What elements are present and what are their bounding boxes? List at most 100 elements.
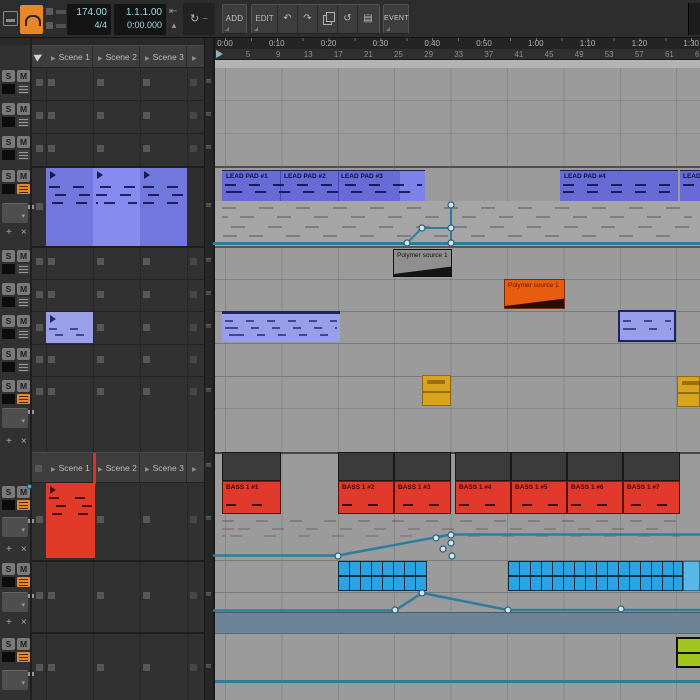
transport-mini-icon-1[interactable]: [46, 7, 66, 17]
mute-button[interactable]: M: [17, 380, 30, 392]
mute-button[interactable]: M: [17, 170, 30, 182]
clip-slot[interactable]: [190, 592, 197, 599]
clip-slot[interactable]: [48, 112, 55, 119]
cyan-clip-2[interactable]: [508, 561, 683, 591]
mute-button[interactable]: M: [17, 250, 30, 262]
clip-slot[interactable]: [48, 79, 55, 86]
clip-stop-button[interactable]: [36, 258, 43, 265]
polymer-clip-orange[interactable]: Polymer source 1: [504, 279, 565, 309]
scene-button[interactable]: ▶ Scene 1: [46, 46, 93, 67]
clip-slot[interactable]: [143, 516, 150, 523]
stop-all-button[interactable]: [35, 465, 42, 472]
scene-play-icon[interactable]: ▶: [192, 467, 197, 473]
bass-clip[interactable]: BASS 1 #6: [567, 481, 623, 514]
automation-line-bottom[interactable]: [213, 680, 700, 683]
lead-pad-clip-4[interactable]: LEAD PAD #4: [560, 170, 678, 201]
time-signature-value[interactable]: 4/4: [71, 19, 107, 32]
remove-lane-button[interactable]: ×: [21, 227, 27, 238]
launcher-clip-blue-selected[interactable]: [93, 168, 140, 246]
group-fader-widget[interactable]: ▾: [2, 670, 34, 691]
clip-slot[interactable]: [143, 592, 150, 599]
bass-clip[interactable]: BASS 1 #4: [455, 481, 511, 514]
yellow-clip-1[interactable]: [422, 375, 451, 406]
solo-button[interactable]: S: [2, 380, 15, 392]
copy-icon[interactable]: [318, 5, 338, 33]
scene-button[interactable]: ▶ Scene 3: [140, 46, 187, 67]
scene-play-icon[interactable]: ▶: [98, 467, 103, 473]
clip-slot[interactable]: [190, 291, 197, 298]
dropdown-icon[interactable]: ▾: [21, 680, 25, 687]
group-fader-widget[interactable]: ▾: [2, 592, 34, 613]
time-value[interactable]: 0:00.000: [118, 19, 162, 32]
bass-clip[interactable]: BASS 1 #5: [511, 481, 567, 514]
scene-button[interactable]: ▶ Scene 2: [93, 453, 140, 482]
clip-slot[interactable]: [190, 145, 197, 152]
clip-stop-button[interactable]: [36, 112, 43, 119]
clip-stop-button[interactable]: [36, 203, 43, 210]
lead-pad-clip-group[interactable]: LEAD PAD #1 LEAD PAD #2 LEAD PAD #3: [222, 170, 425, 201]
group-fader-widget[interactable]: ▾: [2, 517, 34, 538]
clip-slot[interactable]: [97, 516, 104, 523]
track-menu-button-active[interactable]: [17, 394, 30, 404]
metronome-icon[interactable]: ▲: [170, 21, 178, 31]
mute-button[interactable]: M: [17, 315, 30, 327]
clip-slot[interactable]: [190, 112, 197, 119]
bass-clip-group[interactable]: BASS 1 #2: [338, 452, 394, 514]
edit-button[interactable]: EDIT: [252, 5, 278, 33]
yellow-clip-2[interactable]: [677, 376, 700, 407]
clip-stop-button[interactable]: [36, 664, 43, 671]
clip-header[interactable]: [222, 452, 281, 481]
clip-header[interactable]: [567, 452, 623, 481]
clip-slot[interactable]: [97, 324, 104, 331]
bass-clip-group[interactable]: BASS 1 #4: [455, 452, 511, 514]
clip-play-icon[interactable]: [50, 315, 56, 323]
clip-slot[interactable]: [143, 324, 150, 331]
solo-button[interactable]: S: [2, 103, 15, 115]
launcher-clip-partial[interactable]: [187, 168, 204, 246]
clip-slot[interactable]: [143, 258, 150, 265]
scene-button[interactable]: ▶ Scene 1: [46, 453, 93, 482]
lavender-clip-1[interactable]: [222, 311, 340, 342]
clip-stop-button[interactable]: [36, 516, 43, 523]
undo-icon[interactable]: ↶: [278, 5, 298, 33]
add-lane-button[interactable]: +: [6, 544, 12, 555]
clip-slot[interactable]: [48, 356, 55, 363]
clip-play-icon[interactable]: [144, 171, 150, 179]
bass-clip[interactable]: BASS 1 #7: [623, 481, 680, 514]
clip-header[interactable]: [455, 452, 511, 481]
bass-clip[interactable]: BASS 1 #2: [338, 481, 394, 514]
track-menu-button[interactable]: [17, 264, 30, 274]
clip-slot[interactable]: [190, 79, 197, 86]
automation-band[interactable]: [213, 612, 700, 634]
clip-stop-button[interactable]: [36, 388, 43, 395]
clip-slot[interactable]: [190, 388, 197, 395]
clip-slot[interactable]: [190, 324, 197, 331]
cyan-clip-3[interactable]: [683, 561, 700, 591]
lead-pad-clip-5[interactable]: LEAD P: [680, 170, 700, 201]
event-button[interactable]: EVENT: [383, 4, 409, 34]
clip-slot[interactable]: [97, 112, 104, 119]
dropdown-icon[interactable]: ▾: [21, 527, 25, 534]
clip-header[interactable]: [623, 452, 680, 481]
play-start-marker[interactable]: [216, 50, 223, 58]
track-menu-button[interactable]: [17, 362, 30, 372]
add-lane-button[interactable]: +: [6, 227, 12, 238]
save-icon[interactable]: ▤: [358, 5, 378, 33]
clip-slot[interactable]: [48, 592, 55, 599]
track-menu-button[interactable]: [17, 329, 30, 339]
clip-slot[interactable]: [48, 258, 55, 265]
polymer-clip-gray[interactable]: Polymer source 1: [393, 249, 452, 277]
clip-play-icon[interactable]: [50, 171, 56, 179]
solo-button[interactable]: S: [2, 315, 15, 327]
clip-slot[interactable]: [48, 291, 55, 298]
wave-icon[interactable]: ~: [202, 14, 208, 25]
solo-button[interactable]: S: [2, 250, 15, 262]
track-menu-button[interactable]: [17, 297, 30, 307]
launcher-clip-lavender[interactable]: [46, 312, 93, 343]
remove-lane-button[interactable]: ×: [21, 617, 27, 628]
clip-slot[interactable]: [97, 291, 104, 298]
clip-slot[interactable]: [143, 356, 150, 363]
clip-play-icon[interactable]: [97, 171, 103, 179]
clip-stop-button[interactable]: [36, 291, 43, 298]
clip-slot[interactable]: [97, 145, 104, 152]
